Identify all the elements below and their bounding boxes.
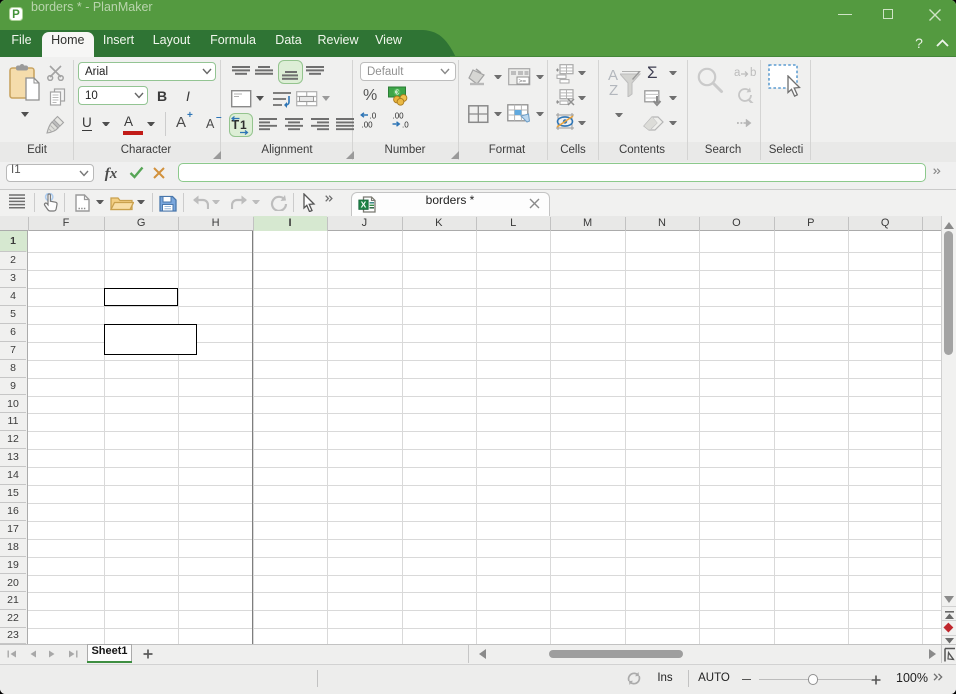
svg-text:>=: >= [519, 78, 527, 85]
svg-text:X: X [361, 199, 367, 209]
svg-text:.0: .0 [370, 112, 377, 121]
svg-text:.0: .0 [402, 121, 409, 129]
svg-text:.00: .00 [362, 121, 374, 129]
svg-text:.00: .00 [393, 112, 405, 121]
